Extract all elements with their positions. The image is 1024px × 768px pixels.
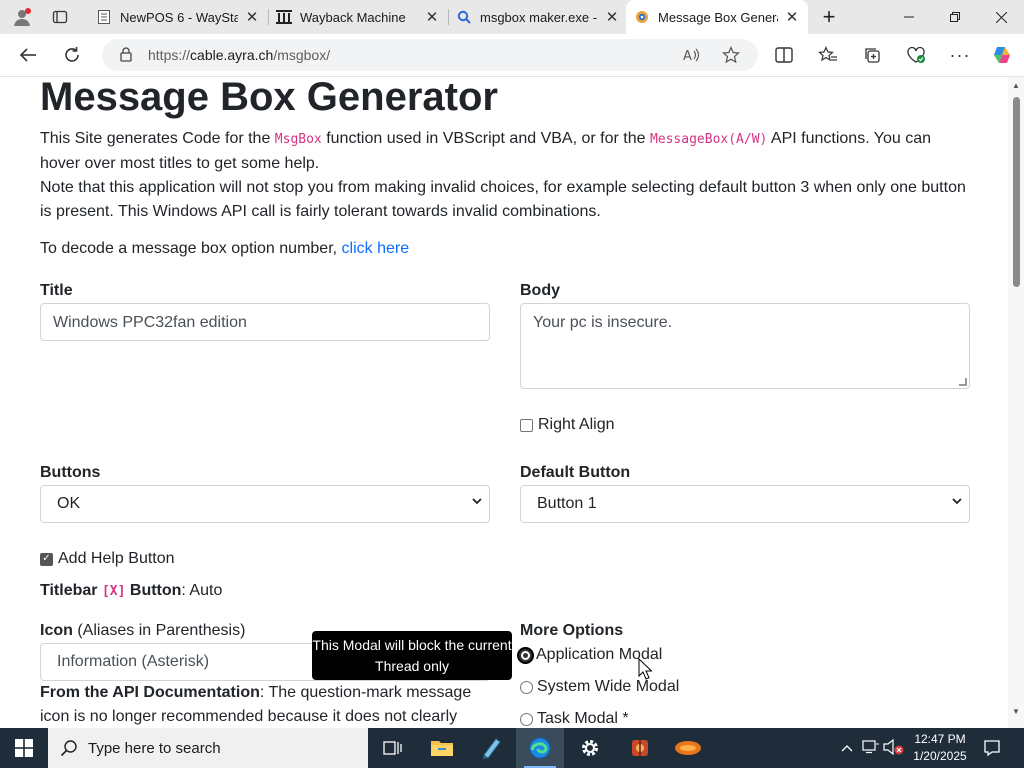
- document-icon: [96, 9, 112, 25]
- file-explorer-icon[interactable]: [418, 728, 466, 768]
- titlebar-x-setting[interactable]: Titlebar [X] Button: Auto: [40, 582, 222, 600]
- tab-title: NewPOS 6 - WayStation: [120, 9, 238, 25]
- minimize-icon[interactable]: [886, 0, 932, 34]
- body-label: Body: [520, 282, 560, 299]
- checkbox-box[interactable]: [520, 418, 533, 432]
- close-tab-icon[interactable]: ✕: [424, 8, 440, 26]
- close-tab-icon[interactable]: ✕: [784, 8, 800, 26]
- favorites-icon[interactable]: [814, 41, 842, 69]
- system-tray: [838, 728, 906, 768]
- chevron-up-icon[interactable]: [838, 741, 856, 755]
- radio-system-wide-modal[interactable]: System Wide Modal: [520, 678, 679, 696]
- tab-newpos[interactable]: NewPOS 6 - WayStation ✕: [88, 0, 268, 34]
- search-icon: [456, 9, 472, 25]
- clock-date: 1/20/2025: [913, 749, 967, 763]
- mouse-cursor-icon: [638, 658, 652, 680]
- search-placeholder: Type here to search: [88, 739, 221, 757]
- tab-wayback[interactable]: Wayback Machine ✕: [268, 0, 448, 34]
- back-icon[interactable]: [12, 39, 44, 71]
- shield-icon: [634, 9, 650, 25]
- page-viewport: Message Box Generator This Site generate…: [0, 76, 1024, 728]
- msgbox-code: MsgBox: [274, 132, 322, 147]
- windows-start-icon[interactable]: [0, 728, 48, 768]
- browser-tab-strip: NewPOS 6 - WayStation ✕ Wayback Machine …: [0, 0, 1024, 34]
- app-bug-icon[interactable]: [616, 728, 664, 768]
- wayback-icon: [276, 9, 292, 25]
- radio-button[interactable]: [520, 680, 533, 694]
- tab-title: Wayback Machine: [300, 9, 406, 25]
- tab-title: Message Box Generator: [658, 9, 778, 25]
- task-view-icon[interactable]: [368, 728, 416, 768]
- vertical-scrollbar[interactable]: ▲ ▼: [1008, 77, 1024, 728]
- more-menu-icon[interactable]: ···: [946, 41, 974, 69]
- default-button-select[interactable]: Button 1: [520, 485, 970, 523]
- scroll-down-icon[interactable]: ▼: [1012, 707, 1020, 716]
- close-tab-icon[interactable]: ✕: [604, 8, 620, 26]
- copilot-icon[interactable]: [988, 41, 1016, 69]
- icon-label: Icon (Aliases in Parenthesis): [40, 622, 246, 639]
- clock-time: 12:47 PM: [914, 732, 966, 746]
- close-tab-icon[interactable]: ✕: [244, 8, 260, 26]
- svg-text:A: A: [683, 49, 692, 63]
- app-badge-icon[interactable]: [664, 728, 712, 768]
- url-text: https://cable.ayra.ch/msgbox/: [148, 47, 331, 63]
- collections-icon[interactable]: [858, 41, 886, 69]
- more-options-label: More Options: [520, 622, 624, 639]
- radio-button[interactable]: [519, 648, 532, 662]
- edge-browser-icon[interactable]: [516, 728, 564, 768]
- close-window-icon[interactable]: [978, 0, 1024, 34]
- taskbar-search-box[interactable]: Type here to search: [48, 728, 368, 768]
- browser-essentials-icon[interactable]: [902, 41, 930, 69]
- decode-line: To decode a message box option number, c…: [40, 240, 410, 257]
- scroll-up-icon[interactable]: ▲: [1012, 81, 1020, 90]
- tab-search[interactable]: msgbox maker.exe - Search ✕: [448, 0, 628, 34]
- add-help-button-checkbox[interactable]: ✓ Add Help Button: [40, 550, 175, 568]
- checkmark-icon[interactable]: ✓: [40, 552, 53, 566]
- search-icon: [60, 739, 78, 757]
- settings-gear-icon[interactable]: [566, 728, 614, 768]
- modal-tooltip: This Modal will block the current Thread…: [312, 631, 512, 680]
- radio-task-modal[interactable]: Task Modal *: [520, 710, 629, 728]
- page-title: Message Box Generator: [40, 76, 498, 119]
- decode-link[interactable]: click here: [342, 240, 410, 257]
- messagebox-code: MessageBox(A/W): [649, 132, 768, 147]
- title-input[interactable]: Windows PPC32fan edition: [40, 303, 490, 341]
- lock-icon[interactable]: [118, 46, 134, 62]
- buttons-label: Buttons: [40, 464, 101, 481]
- notification-center-icon[interactable]: [972, 728, 1012, 768]
- right-align-checkbox[interactable]: Right Align: [520, 416, 615, 434]
- split-screen-icon[interactable]: [770, 41, 798, 69]
- chevron-down-icon: [471, 495, 483, 510]
- intro-note: Note that this application will not stop…: [40, 179, 966, 220]
- chevron-down-icon: [951, 495, 963, 510]
- body-textarea[interactable]: Your pc is insecure.: [520, 303, 970, 389]
- title-label: Title: [40, 282, 73, 299]
- buttons-select[interactable]: OK: [40, 485, 490, 523]
- scrollbar-thumb[interactable]: [1013, 97, 1020, 287]
- address-bar[interactable]: https://cable.ayra.ch/msgbox/ A: [102, 39, 758, 71]
- read-aloud-icon[interactable]: A: [680, 44, 702, 66]
- default-button-label: Default Button: [520, 464, 631, 481]
- windows-taskbar: Type here to search 12:47 PM 1/20/2025: [0, 728, 1024, 768]
- tab-message-box-generator[interactable]: Message Box Generator ✕: [626, 0, 808, 34]
- radio-button[interactable]: [520, 712, 533, 726]
- browser-toolbar: https://cable.ayra.ch/msgbox/ A ···: [0, 34, 1024, 76]
- api-doc-note: From the API Documentation: The question…: [40, 684, 472, 725]
- taskbar-clock[interactable]: 12:47 PM 1/20/2025: [900, 731, 980, 765]
- resize-handle-icon[interactable]: [959, 378, 967, 386]
- restore-icon[interactable]: [932, 0, 978, 34]
- network-icon[interactable]: [860, 739, 882, 757]
- tab-actions-icon[interactable]: [38, 0, 82, 34]
- tab-title: msgbox maker.exe - Search: [480, 9, 598, 25]
- refresh-icon[interactable]: [56, 39, 88, 71]
- notepad-icon[interactable]: [468, 728, 516, 768]
- new-tab-icon[interactable]: +: [808, 0, 850, 34]
- favorite-star-icon[interactable]: [720, 44, 742, 66]
- intro-paragraph: This Site generates Code for the MsgBox …: [40, 130, 966, 220]
